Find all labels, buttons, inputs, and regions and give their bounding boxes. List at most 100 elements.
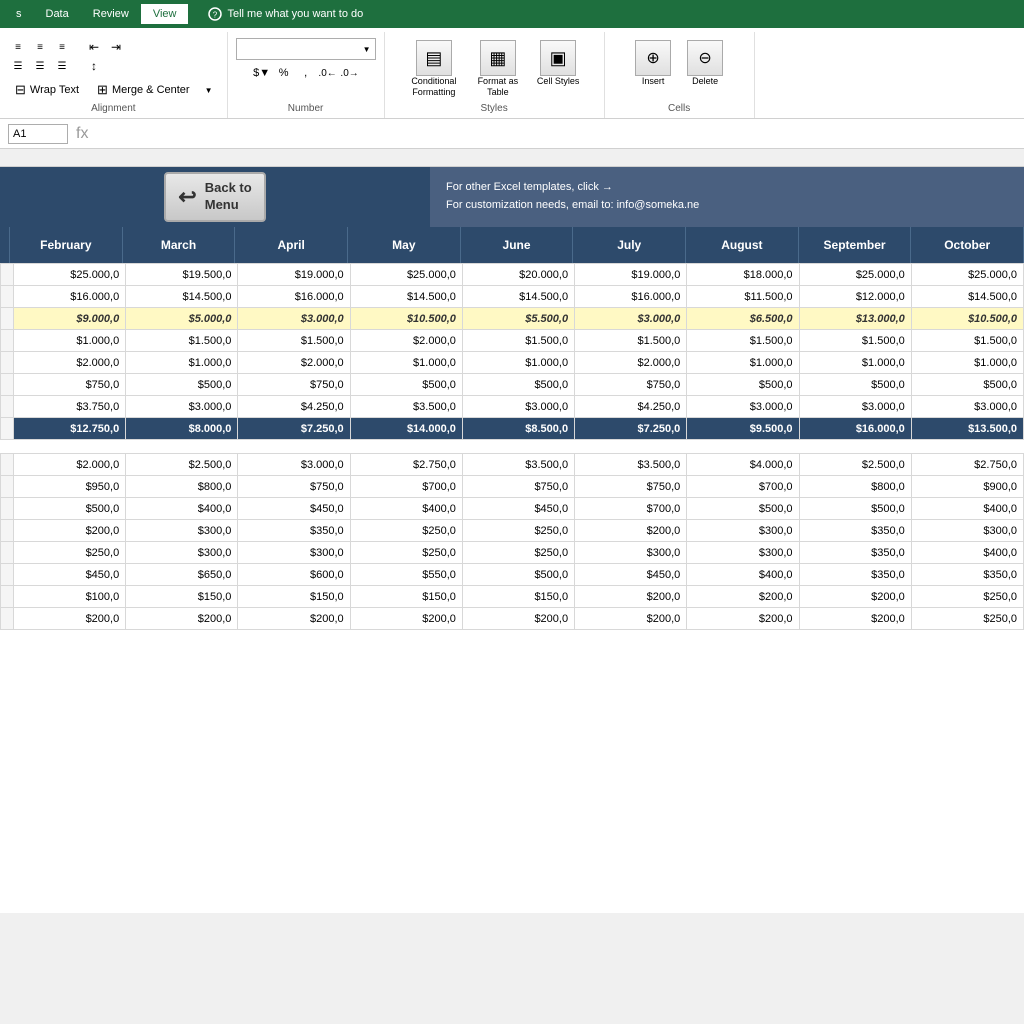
table-cell[interactable]: $150,0 xyxy=(350,586,462,608)
table-cell[interactable]: $450,0 xyxy=(238,498,350,520)
table-cell[interactable]: $9.000,0 xyxy=(14,308,126,330)
table-cell[interactable]: $750,0 xyxy=(238,476,350,498)
table-cell[interactable]: $950,0 xyxy=(14,476,126,498)
table-cell[interactable]: $750,0 xyxy=(238,374,350,396)
table-cell[interactable]: $700,0 xyxy=(687,476,799,498)
table-cell[interactable]: $14.500,0 xyxy=(350,286,462,308)
table-cell[interactable]: $16.000,0 xyxy=(14,286,126,308)
table-row[interactable]: $100,0$150,0$150,0$150,0$150,0$200,0$200… xyxy=(1,586,1024,608)
table-cell[interactable]: $700,0 xyxy=(350,476,462,498)
table-cell[interactable]: $750,0 xyxy=(14,374,126,396)
table-cell[interactable]: $500,0 xyxy=(462,564,574,586)
table-cell[interactable]: $2.000,0 xyxy=(14,454,126,476)
align-bottom-right-icon[interactable]: ☰ xyxy=(52,57,72,75)
table-cell[interactable]: $3.000,0 xyxy=(238,308,350,330)
table-cell[interactable]: $400,0 xyxy=(350,498,462,520)
table-cell[interactable]: $900,0 xyxy=(911,476,1023,498)
table-cell[interactable]: $14.500,0 xyxy=(911,286,1023,308)
table-cell[interactable]: $1.500,0 xyxy=(799,330,911,352)
table-cell[interactable]: $250,0 xyxy=(350,520,462,542)
table-cell[interactable]: $19.000,0 xyxy=(238,264,350,286)
table-cell[interactable]: $20.000,0 xyxy=(462,264,574,286)
table-cell[interactable]: $250,0 xyxy=(350,542,462,564)
currency-icon[interactable]: $▼ xyxy=(252,64,272,82)
table-cell[interactable]: $16.000,0 xyxy=(575,286,687,308)
indent-increase-icon[interactable]: ⇥ xyxy=(106,38,126,56)
name-box[interactable] xyxy=(8,124,68,144)
table-cell[interactable]: $1.500,0 xyxy=(575,330,687,352)
cell-styles-button[interactable]: ▣ Cell Styles xyxy=(533,38,584,89)
align-top-center-icon[interactable]: ≡ xyxy=(30,38,50,56)
table-cell[interactable]: $25.000,0 xyxy=(14,264,126,286)
table-cell[interactable]: $200,0 xyxy=(462,608,574,630)
table-cell[interactable]: $18.000,0 xyxy=(687,264,799,286)
table-cell[interactable]: $1.500,0 xyxy=(462,330,574,352)
table-cell[interactable]: $350,0 xyxy=(911,564,1023,586)
table-cell[interactable]: $1.000,0 xyxy=(911,352,1023,374)
table-cell[interactable]: $12.750,0 xyxy=(14,418,126,440)
tab-s[interactable]: s xyxy=(4,4,34,24)
table-cell[interactable]: $300,0 xyxy=(911,520,1023,542)
table-cell[interactable]: $200,0 xyxy=(799,586,911,608)
table-row[interactable]: $3.750,0$3.000,0$4.250,0$3.500,0$3.000,0… xyxy=(1,396,1024,418)
table-cell[interactable]: $2.750,0 xyxy=(350,454,462,476)
table-row[interactable]: $450,0$650,0$600,0$550,0$500,0$450,0$400… xyxy=(1,564,1024,586)
table-cell[interactable]: $250,0 xyxy=(911,586,1023,608)
table-cell[interactable]: $200,0 xyxy=(14,608,126,630)
table-cell[interactable]: $200,0 xyxy=(799,608,911,630)
table-cell[interactable]: $10.500,0 xyxy=(350,308,462,330)
table-cell[interactable]: $400,0 xyxy=(911,498,1023,520)
delete-button[interactable]: ⊖ Delete xyxy=(681,38,729,88)
table-cell[interactable]: $12.000,0 xyxy=(799,286,911,308)
table-cell[interactable]: $1.000,0 xyxy=(14,330,126,352)
table-cell[interactable]: $1.000,0 xyxy=(350,352,462,374)
table-cell[interactable]: $19.000,0 xyxy=(575,264,687,286)
align-top-left-icon[interactable]: ≡ xyxy=(8,38,28,56)
table-cell[interactable]: $4.250,0 xyxy=(575,396,687,418)
wrap-text-button[interactable]: ⊟ Wrap Text xyxy=(8,79,86,101)
table-row[interactable]: $16.000,0$14.500,0$16.000,0$14.500,0$14.… xyxy=(1,286,1024,308)
table-cell[interactable]: $400,0 xyxy=(126,498,238,520)
table-cell[interactable]: $450,0 xyxy=(575,564,687,586)
table-cell[interactable]: $14.500,0 xyxy=(126,286,238,308)
table-cell[interactable]: $350,0 xyxy=(799,542,911,564)
table-cell[interactable]: $500,0 xyxy=(14,498,126,520)
table-row[interactable]: $250,0$300,0$300,0$250,0$250,0$300,0$300… xyxy=(1,542,1024,564)
table-cell[interactable]: $300,0 xyxy=(687,520,799,542)
table-cell[interactable]: $1.500,0 xyxy=(687,330,799,352)
table-cell[interactable]: $1.000,0 xyxy=(799,352,911,374)
table-cell[interactable]: $150,0 xyxy=(238,586,350,608)
table-cell[interactable]: $650,0 xyxy=(126,564,238,586)
table-cell[interactable]: $350,0 xyxy=(238,520,350,542)
table-cell[interactable]: $8.500,0 xyxy=(462,418,574,440)
table-cell[interactable]: $3.000,0 xyxy=(687,396,799,418)
table-cell[interactable]: $3.750,0 xyxy=(14,396,126,418)
table-cell[interactable]: $25.000,0 xyxy=(350,264,462,286)
table-cell[interactable]: $1.000,0 xyxy=(687,352,799,374)
insert-button[interactable]: ⊕ Insert xyxy=(629,38,677,88)
merge-dropdown-icon[interactable]: ▼ xyxy=(199,81,219,99)
table-cell[interactable]: $400,0 xyxy=(911,542,1023,564)
table-cell[interactable]: $300,0 xyxy=(687,542,799,564)
table-cell[interactable]: $200,0 xyxy=(575,608,687,630)
table-cell[interactable]: $5.000,0 xyxy=(126,308,238,330)
table-row[interactable]: $2.000,0$1.000,0$2.000,0$1.000,0$1.000,0… xyxy=(1,352,1024,374)
table-cell[interactable]: $2.000,0 xyxy=(575,352,687,374)
table-cell[interactable]: $10.500,0 xyxy=(911,308,1023,330)
table-cell[interactable]: $1.500,0 xyxy=(126,330,238,352)
table-cell[interactable]: $150,0 xyxy=(126,586,238,608)
back-to-menu-button[interactable]: ↩ Back toMenu xyxy=(164,172,265,222)
table-cell[interactable]: $3.000,0 xyxy=(799,396,911,418)
table-cell[interactable]: $200,0 xyxy=(238,608,350,630)
table-cell[interactable]: $450,0 xyxy=(14,564,126,586)
table-cell[interactable]: $800,0 xyxy=(799,476,911,498)
table-cell[interactable]: $400,0 xyxy=(687,564,799,586)
table-cell[interactable]: $19.500,0 xyxy=(126,264,238,286)
table-cell[interactable]: $2.000,0 xyxy=(238,352,350,374)
table-cell[interactable]: $350,0 xyxy=(799,564,911,586)
table-cell[interactable]: $2.750,0 xyxy=(911,454,1023,476)
table-cell[interactable]: $3.500,0 xyxy=(575,454,687,476)
table-cell[interactable]: $200,0 xyxy=(575,520,687,542)
table-cell[interactable]: $1.500,0 xyxy=(238,330,350,352)
align-top-right-icon[interactable]: ≡ xyxy=(52,38,72,56)
